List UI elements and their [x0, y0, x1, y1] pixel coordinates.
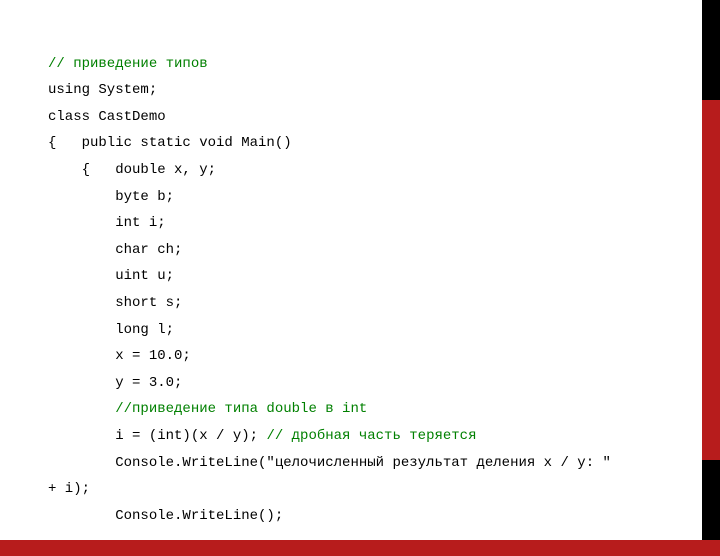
- code-line: { double x, y;: [48, 162, 216, 178]
- code-line: int i;: [48, 215, 166, 231]
- code-line: Console.WriteLine("целочисленный результ…: [48, 455, 611, 471]
- code-line: + i);: [48, 481, 90, 497]
- code-line: i = (int)(x / y);: [48, 428, 266, 444]
- code-line: char ch;: [48, 242, 182, 258]
- accent-bar-top: [702, 0, 720, 100]
- code-line: y = 3.0;: [48, 375, 182, 391]
- code-line: { public static void Main(): [48, 135, 292, 151]
- slide-body: // приведение типов using System; class …: [0, 0, 702, 540]
- code-line: byte b;: [48, 189, 174, 205]
- code-line: Console.WriteLine();: [48, 508, 283, 524]
- code-line: long l;: [48, 322, 174, 338]
- code-line: uint u;: [48, 268, 174, 284]
- code-line: using System;: [48, 82, 157, 98]
- code-line: short s;: [48, 295, 182, 311]
- code-line: class CastDemo: [48, 109, 166, 125]
- code-line-comment: //приведение типа double в int: [48, 401, 367, 417]
- code-block: // приведение типов using System; class …: [48, 24, 662, 556]
- code-line: x = 10.0;: [48, 348, 191, 364]
- code-line-comment: // дробная часть теряется: [266, 428, 476, 444]
- code-line-comment: // приведение типов: [48, 56, 208, 72]
- accent-bar-bottom: [702, 460, 720, 540]
